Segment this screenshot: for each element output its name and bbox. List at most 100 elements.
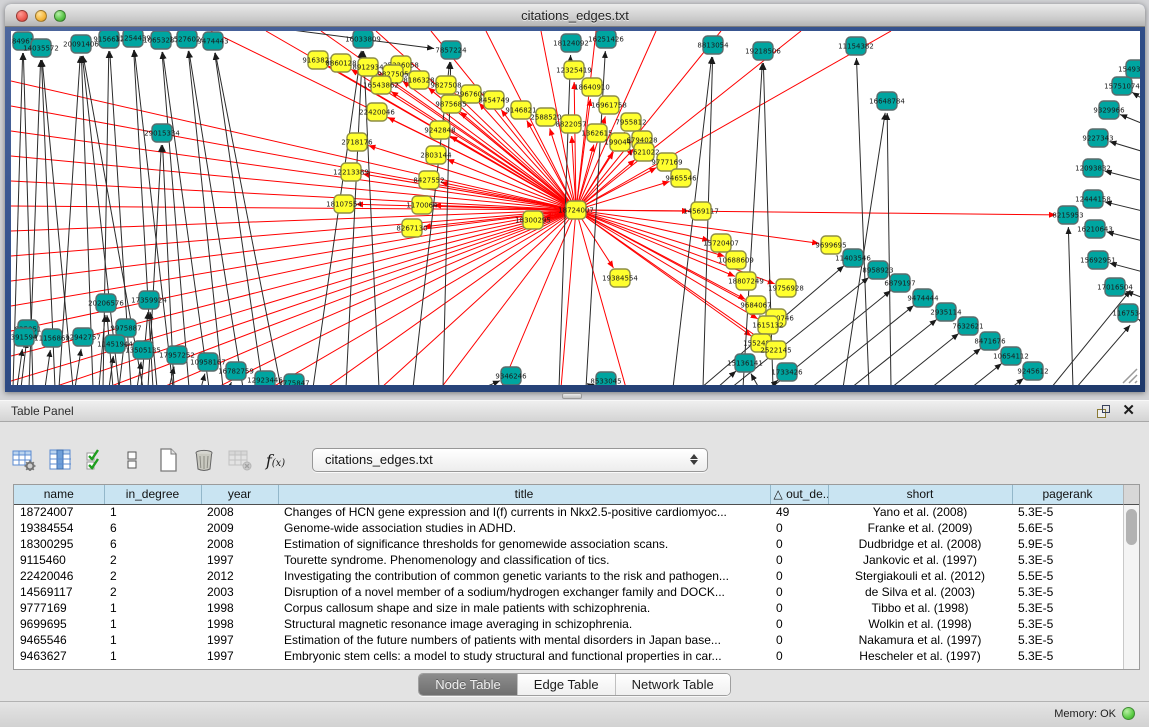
graph-node[interactable]: 9227343 [1082,129,1113,147]
graph-node[interactable]: 16648784 [869,92,905,110]
table-cell[interactable]: Nakamura et al. (1997) [828,632,1012,648]
table-cell[interactable]: 5.3E-5 [1012,552,1123,568]
graph-node[interactable]: 15720407 [703,234,739,252]
graph-node[interactable]: 19384554 [602,269,638,287]
table-cell[interactable]: Franke et al. (2009) [828,520,1012,536]
table-cell[interactable]: 1 [104,632,201,648]
graph-node[interactable]: 12444158 [1075,190,1111,208]
column-header-in_degree[interactable]: in_degree [104,485,201,504]
table-cell[interactable]: 2008 [201,536,278,552]
table-row[interactable]: 977716911998Corpus callosum shape and si… [14,600,1123,616]
table-cell[interactable]: Disruption of a novel member of a sodium… [278,584,770,600]
graph-node[interactable]: 9346246 [495,367,527,385]
function-builder-icon[interactable]: f(x) [262,447,289,474]
graph-node[interactable]: 2803144 [420,146,452,164]
graph-node[interactable]: 12325419 [556,61,592,79]
delete-table-icon[interactable] [226,447,253,474]
table-cell[interactable]: 14569117 [14,584,104,600]
column-header-pagerank[interactable]: pagerank [1012,485,1123,504]
float-panel-icon[interactable] [1097,405,1110,418]
table-cell[interactable]: 9699695 [14,616,104,632]
table-cell[interactable]: Corpus callosum shape and size in male p… [278,600,770,616]
column-header-year[interactable]: year [201,485,278,504]
table-cell[interactable]: 0 [770,520,828,536]
graph-node[interactable]: 19756928 [768,279,804,297]
table-settings-icon[interactable] [10,447,37,474]
table-cell[interactable]: 2 [104,584,201,600]
select-rows-icon[interactable] [82,447,109,474]
table-cell[interactable]: 2008 [201,504,278,520]
table-cell[interactable]: 0 [770,536,828,552]
graph-node[interactable]: 20206576 [88,294,124,312]
column-header-name[interactable]: name [14,485,104,504]
table-cell[interactable]: 5.3E-5 [1012,504,1123,520]
table-cell[interactable]: 2012 [201,568,278,584]
graph-node[interactable]: 10688609 [718,251,754,269]
table-cell[interactable]: Hescheler et al. (1997) [828,648,1012,664]
table-cell[interactable]: Estimation of significance thresholds fo… [278,536,770,552]
table-cell[interactable]: 5.6E-5 [1012,520,1123,536]
graph-node[interactable]: 14569117 [683,202,719,220]
table-cell[interactable]: 0 [770,648,828,664]
table-cell[interactable]: Genome-wide association studies in ADHD. [278,520,770,536]
table-cell[interactable]: 9777169 [14,600,104,616]
graph-node[interactable]: 18124092 [553,34,589,52]
table-cell[interactable]: 0 [770,600,828,616]
table-cell[interactable]: Tourette syndrome. Phenomenology and cla… [278,552,770,568]
table-cell[interactable]: 2 [104,552,201,568]
graph-node[interactable]: 11154382 [838,37,874,55]
table-cell[interactable]: 1 [104,600,201,616]
table-cell[interactable]: 19384554 [14,520,104,536]
graph-node[interactable]: 9775847 [278,374,309,385]
table-cell[interactable]: 2 [104,568,201,584]
network-view-canvas[interactable]: 9163822886012889129342522605898275051654… [11,31,1140,385]
table-cell[interactable]: 1 [104,648,201,664]
table-cell[interactable]: Dudbridge et al. (2008) [828,536,1012,552]
tab-network-table[interactable]: Network Table [616,674,730,695]
table-cell[interactable]: Jankovic et al. (1997) [828,552,1012,568]
table-cell[interactable]: 0 [770,568,828,584]
graph-node[interactable]: 9699695 [815,236,846,254]
graph-node[interactable]: 12942757 [65,328,101,346]
table-cell[interactable]: 49 [770,504,828,520]
graph-node[interactable]: 12213389 [333,163,369,181]
table-cell[interactable]: 1997 [201,552,278,568]
column-select-icon[interactable] [46,447,73,474]
table-row[interactable]: 969969511998Structural magnetic resonanc… [14,616,1123,632]
table-cell[interactable]: Embryonic stem cells: a model to study s… [278,648,770,664]
table-cell[interactable]: 18724007 [14,504,104,520]
graph-node[interactable]: 9329966 [1093,101,1125,119]
tab-node-table[interactable]: Node Table [419,674,518,695]
graph-node[interactable]: 18807249 [728,272,764,290]
graph-node[interactable]: 7857224 [435,41,467,59]
graph-node[interactable]: 7632621 [952,317,983,335]
table-cell[interactable]: 1997 [201,632,278,648]
table-cell[interactable]: 2003 [201,584,278,600]
table-cell[interactable]: Changes of HCN gene expression and I(f) … [278,504,770,520]
table-cell[interactable]: 1998 [201,616,278,632]
table-cell[interactable]: Investigating the contribution of common… [278,568,770,584]
table-cell[interactable]: 1997 [201,648,278,664]
graph-node[interactable]: 2935114 [930,303,962,321]
graph-node[interactable]: 16251426 [588,31,624,48]
table-cell[interactable]: 5.9E-5 [1012,536,1123,552]
table-row[interactable]: 1938455462009Genome-wide association stu… [14,520,1123,536]
table-row[interactable]: 946554611997Estimation of the future num… [14,632,1123,648]
table-cell[interactable]: 6 [104,520,201,536]
graph-node[interactable]: 16210643 [1077,220,1113,238]
table-cell[interactable]: 0 [770,584,828,600]
table-cell[interactable]: 1998 [201,600,278,616]
graph-node[interactable]: 18640910 [574,78,610,96]
graph-node[interactable]: 8215953 [1052,206,1083,224]
graph-node[interactable]: 15136141 [727,354,763,372]
table-row[interactable]: 946362711997Embryonic stem cells: a mode… [14,648,1123,664]
table-cell[interactable]: Estimation of the future numbers of pati… [278,632,770,648]
table-cell[interactable]: 5.3E-5 [1012,648,1123,664]
table-cell[interactable]: Yano et al. (2008) [828,504,1012,520]
table-cell[interactable]: 5.3E-5 [1012,616,1123,632]
table-cell[interactable]: 5.3E-5 [1012,600,1123,616]
column-header-short[interactable]: short [828,485,1012,504]
table-cell[interactable]: 0 [770,552,828,568]
table-cell[interactable]: 9465546 [14,632,104,648]
table-row[interactable]: 1456911722003Disruption of a novel membe… [14,584,1123,600]
